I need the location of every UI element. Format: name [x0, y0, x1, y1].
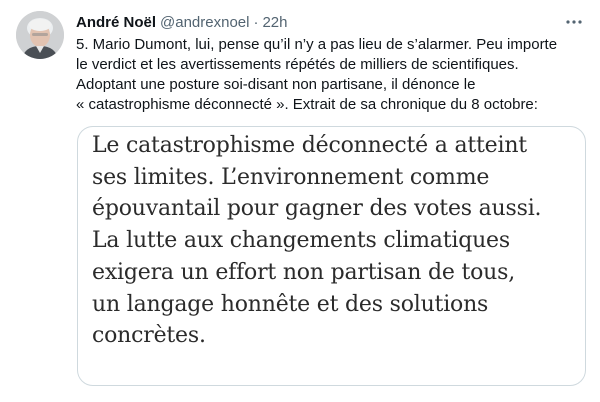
separator-dot: ·: [253, 14, 259, 31]
tweet-header: André Noël @andrexnoel · 22h: [76, 12, 288, 34]
quote-line: épouvantail pour gagner des votes aussi.: [92, 196, 542, 222]
tweet-text-line: 5. Mario Dumont, lui, pense qu’il n’y a …: [76, 36, 558, 53]
quote-line: exigera un effort non partisan de tous,: [92, 259, 515, 285]
avatar-portrait-image: [16, 11, 64, 59]
quote-excerpt: Le catastrophisme déconnecté a atteint s…: [92, 130, 542, 352]
tweet-media-image[interactable]: Le catastrophisme déconnecté a atteint s…: [77, 126, 586, 386]
author-display-name[interactable]: André Noël: [76, 13, 156, 33]
more-horizontal-icon[interactable]: [562, 12, 586, 32]
tweet-timestamp[interactable]: 22h: [262, 13, 287, 33]
avatar[interactable]: [16, 11, 64, 59]
quote-line: un langage honnête et des solutions: [92, 291, 489, 317]
tweet: André Noël @andrexnoel · 22h 5. Mario Du…: [0, 0, 600, 402]
quote-line: Le catastrophisme déconnecté a atteint: [92, 133, 527, 158]
tweet-text-line: le verdict et les avertissements répétés…: [76, 56, 519, 73]
tweet-text: 5. Mario Dumont, lui, pense qu’il n’y a …: [76, 35, 586, 115]
author-handle[interactable]: @andrexnoel: [160, 13, 249, 33]
tweet-text-line: Adoptant une posture soi-disant non part…: [76, 76, 476, 93]
quote-line: concrètes.: [92, 323, 206, 349]
tweet-text-line: « catastrophisme déconnecté ». Extrait d…: [76, 96, 538, 113]
quote-line: ses limites. L’environnement comme: [92, 164, 490, 190]
quote-line: La lutte aux changements climatiques: [92, 228, 510, 254]
